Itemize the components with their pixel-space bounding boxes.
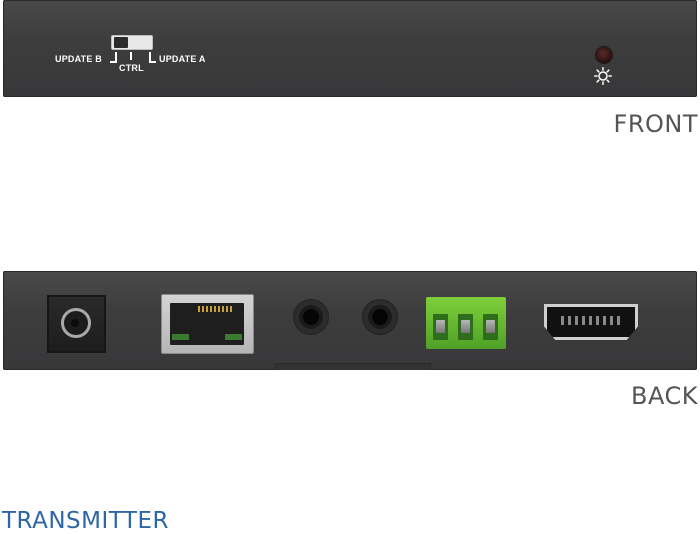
update-mode-switch[interactable] — [111, 35, 153, 50]
brightness-sun-icon — [594, 67, 612, 85]
link-led-right — [225, 334, 242, 340]
link-led-left — [172, 334, 189, 340]
back-view-label: BACK — [631, 382, 698, 410]
dc-power-jack[interactable] — [47, 295, 106, 353]
dc-jack-pin — [71, 319, 79, 327]
rj45-socket — [170, 303, 244, 345]
green-terminal-block[interactable] — [426, 297, 506, 349]
terminal-screw-2 — [458, 314, 473, 340]
middle-tick — [130, 52, 132, 60]
power-led — [595, 46, 613, 64]
update-a-label: UPDATE A — [159, 54, 206, 64]
left-bracket — [110, 52, 117, 63]
back-panel — [3, 271, 697, 370]
audio-jack-2[interactable] — [362, 299, 398, 335]
hdmi-contacts — [561, 316, 621, 325]
rj45-pins — [198, 306, 232, 312]
bottom-slot — [275, 363, 431, 370]
audio-jack-1[interactable] — [293, 299, 329, 335]
ctrl-label: CTRL — [119, 63, 144, 73]
terminal-screw-3 — [483, 314, 498, 340]
front-panel: UPDATE B CTRL UPDATE A — [3, 0, 697, 97]
right-bracket — [149, 52, 156, 63]
rj45-ethernet-port[interactable] — [161, 294, 254, 354]
device-title: TRANSMITTER — [2, 508, 169, 534]
switch-knob[interactable] — [114, 37, 128, 48]
update-b-label: UPDATE B — [55, 54, 102, 64]
front-view-label: FRONT — [613, 110, 698, 138]
terminal-screw-1 — [433, 314, 448, 340]
hdmi-port[interactable] — [544, 304, 638, 340]
